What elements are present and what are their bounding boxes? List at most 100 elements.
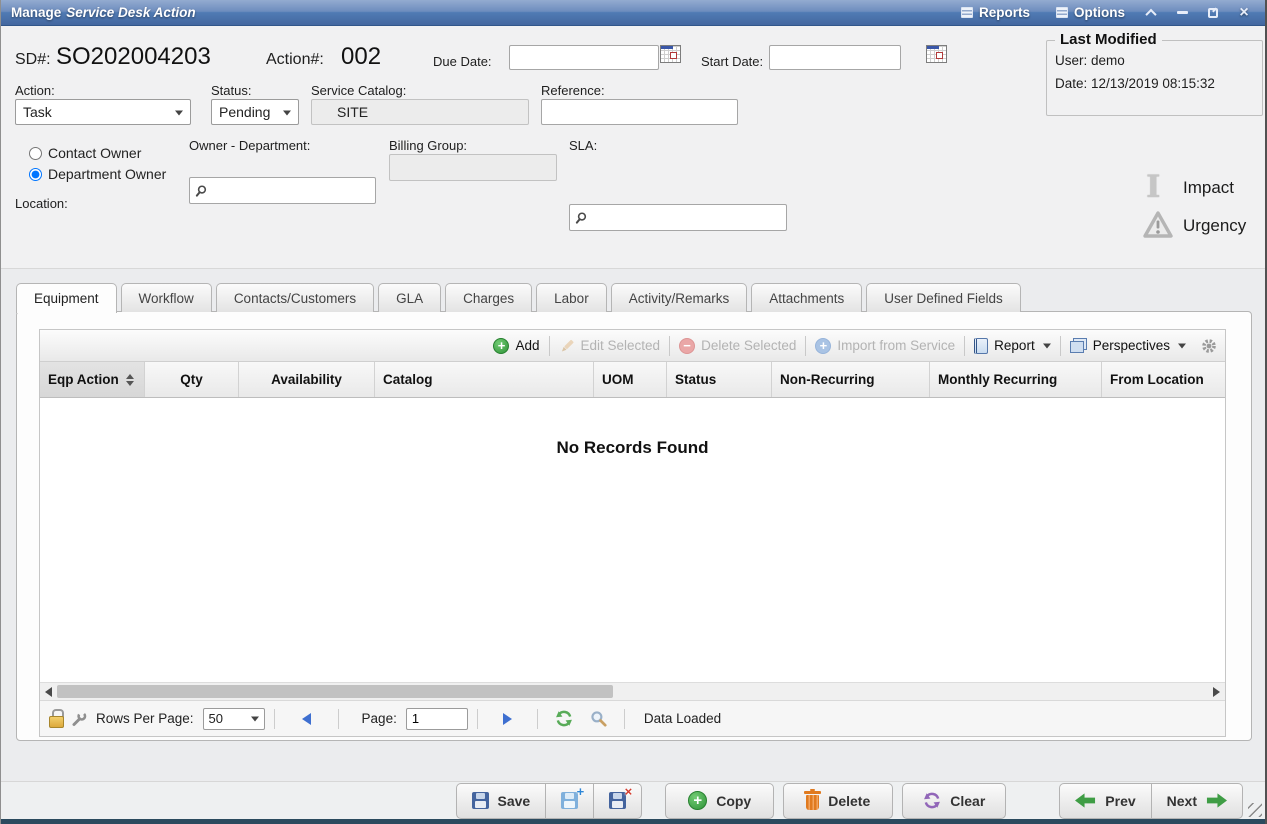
- start-date-label: Start Date:: [701, 54, 763, 69]
- action-select[interactable]: Task: [15, 99, 191, 125]
- search-icon[interactable]: [575, 211, 588, 224]
- save-button[interactable]: Save: [456, 783, 547, 819]
- scroll-right-arrow[interactable]: [1213, 687, 1220, 697]
- tab-user-defined-fields[interactable]: User Defined Fields: [866, 283, 1021, 312]
- tab-contacts-customers[interactable]: Contacts/Customers: [216, 283, 374, 312]
- perspectives-label: Perspectives: [1093, 338, 1170, 353]
- search-icon[interactable]: [195, 184, 208, 197]
- wrench-icon[interactable]: [71, 711, 87, 727]
- column-header-eqp-action[interactable]: Eqp Action: [40, 362, 145, 397]
- contact-owner-radio-row[interactable]: Contact Owner: [29, 145, 141, 161]
- due-date-label: Due Date:: [433, 54, 492, 69]
- sd-number-label: SD#:: [15, 51, 51, 69]
- tab-workflow[interactable]: Workflow: [121, 283, 212, 312]
- contact-owner-radio[interactable]: [29, 147, 42, 160]
- rows-per-page-select[interactable]: 50: [203, 708, 265, 730]
- start-date-input[interactable]: [769, 45, 901, 70]
- prev-next-button-group: Prev Next: [1059, 783, 1243, 819]
- impact-icon[interactable]: I: [1146, 173, 1161, 201]
- options-label: Options: [1074, 5, 1125, 20]
- close-button[interactable]: ×: [1233, 4, 1255, 22]
- reports-icon: [961, 7, 973, 18]
- plus-badge: +: [577, 785, 585, 798]
- column-header-uom[interactable]: UOM: [594, 362, 667, 397]
- search-records-icon[interactable]: [590, 710, 607, 727]
- owner-department-label: Owner - Department:: [189, 138, 310, 153]
- last-modified-date: Date: 12/13/2019 08:15:32: [1055, 76, 1262, 91]
- import-from-service-button: + Import from Service: [815, 338, 955, 354]
- column-header-from-location[interactable]: From Location: [1102, 362, 1225, 397]
- options-menu-button[interactable]: Options: [1056, 5, 1125, 20]
- save-and-new-button[interactable]: +: [546, 783, 594, 819]
- column-header-qty[interactable]: Qty: [145, 362, 239, 397]
- next-button[interactable]: Next: [1152, 783, 1243, 819]
- start-date-calendar-icon[interactable]: [926, 45, 947, 63]
- footer-toolbar: Save + × + Copy Delete Clear: [1, 781, 1265, 819]
- prev-label: Prev: [1105, 793, 1135, 809]
- tab-gla[interactable]: GLA: [378, 283, 441, 312]
- rows-per-page-value: 50: [209, 711, 223, 726]
- pencil-icon: [559, 338, 575, 354]
- due-date-input[interactable]: [509, 45, 659, 70]
- save-button-group: Save + ×: [456, 783, 643, 819]
- clear-label: Clear: [950, 793, 985, 809]
- refresh-icon[interactable]: [555, 710, 573, 727]
- tab-equipment[interactable]: Equipment: [16, 283, 117, 313]
- tab-charges[interactable]: Charges: [445, 283, 532, 312]
- add-label: Add: [515, 338, 539, 353]
- urgency-icon[interactable]: [1142, 210, 1174, 244]
- lock-icon[interactable]: [49, 713, 62, 728]
- header-form: SD#: SO202004203 Action#: 002 Due Date: …: [1, 26, 1265, 268]
- pager-separator: [338, 709, 339, 729]
- reports-menu-button[interactable]: Reports: [961, 5, 1030, 20]
- window-resize-handle[interactable]: [1248, 803, 1262, 817]
- copy-icon: +: [688, 791, 707, 810]
- column-header-catalog[interactable]: Catalog: [375, 362, 594, 397]
- popout-button[interactable]: [1202, 4, 1224, 22]
- copy-button[interactable]: + Copy: [665, 783, 774, 819]
- service-catalog-input: [311, 99, 529, 125]
- prev-button[interactable]: Prev: [1059, 783, 1151, 819]
- delete-button[interactable]: Delete: [783, 783, 893, 819]
- department-owner-radio[interactable]: [29, 168, 42, 181]
- location-label: Location:: [15, 196, 68, 211]
- x-badge: ×: [625, 785, 633, 798]
- tab-labor[interactable]: Labor: [536, 283, 607, 312]
- reference-input[interactable]: [541, 99, 738, 125]
- scrollbar-thumb[interactable]: [57, 685, 613, 698]
- delete-selected-button: − Delete Selected: [679, 338, 796, 354]
- sd-number-value: SO202004203: [56, 43, 211, 71]
- collapse-button[interactable]: [1140, 4, 1162, 22]
- column-header-non-recurring[interactable]: Non-Recurring: [772, 362, 930, 397]
- scroll-left-arrow[interactable]: [45, 687, 52, 697]
- minus-circle-icon: −: [679, 338, 695, 354]
- grid-settings-button[interactable]: [1201, 338, 1217, 354]
- clear-button[interactable]: Clear: [902, 783, 1006, 819]
- minimize-button[interactable]: [1171, 4, 1193, 22]
- due-date-calendar-icon[interactable]: [660, 45, 681, 63]
- owner-department-input[interactable]: [189, 177, 376, 204]
- next-page-arrow[interactable]: [503, 713, 512, 725]
- billing-group-label: Billing Group:: [389, 138, 467, 153]
- column-header-status[interactable]: Status: [667, 362, 772, 397]
- report-label: Report: [994, 338, 1035, 353]
- reference-label: Reference:: [541, 83, 605, 98]
- save-and-close-button[interactable]: ×: [594, 783, 642, 819]
- previous-page-arrow[interactable]: [302, 713, 311, 725]
- sla-input[interactable]: [569, 204, 787, 231]
- tab-activity-remarks[interactable]: Activity/Remarks: [611, 283, 748, 312]
- tab-attachments[interactable]: Attachments: [751, 283, 862, 312]
- column-header-availability[interactable]: Availability: [239, 362, 375, 397]
- column-header-monthly-recurring[interactable]: Monthly Recurring: [930, 362, 1102, 397]
- department-owner-radio-row[interactable]: Department Owner: [29, 166, 166, 182]
- add-button[interactable]: + Add: [493, 338, 539, 354]
- toolbar-separator: [964, 336, 965, 356]
- pager-separator: [274, 709, 275, 729]
- service-catalog-label: Service Catalog:: [311, 83, 406, 98]
- perspectives-dropdown-button[interactable]: Perspectives: [1070, 338, 1186, 353]
- status-select[interactable]: Pending: [211, 99, 299, 125]
- page-number-input[interactable]: [406, 708, 468, 730]
- window-bottom-edge: [1, 819, 1265, 824]
- report-dropdown-button[interactable]: Report: [974, 338, 1051, 354]
- last-modified-panel: Last Modified User: demo Date: 12/13/201…: [1046, 40, 1263, 116]
